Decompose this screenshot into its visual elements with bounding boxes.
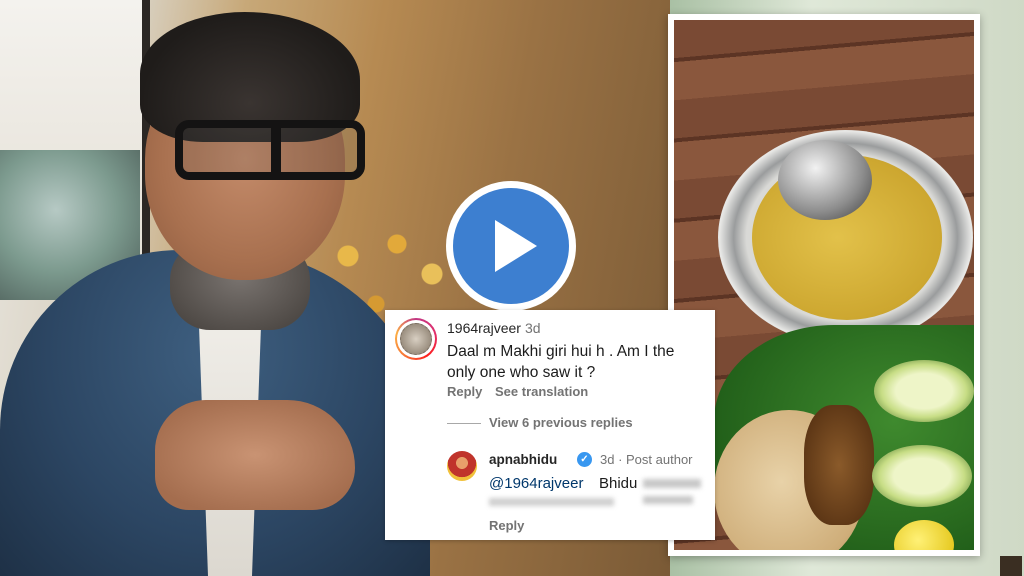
play-button[interactable] [446,181,576,311]
play-icon [495,220,537,272]
reply-time-meta: 3d · Post author [600,452,693,467]
reply-author-avatar[interactable] [447,451,477,481]
blurred-reply-text-line2 [489,496,619,508]
commenter-username[interactable]: 1964rajveer [447,320,521,336]
commenter-avatar[interactable] [395,318,437,360]
see-translation-link[interactable]: See translation [495,384,588,399]
play-button-circle [453,188,569,304]
comment-card: 1964rajveer 3d Daal m Makhi giri hui h .… [385,310,715,540]
comment-text: Daal m Makhi giri hui h . Am I the only … [447,343,675,381]
person-glasses [175,120,365,180]
reply-text: Bhidu [599,475,638,492]
cucumber-slice [872,445,972,507]
food-photo [674,20,974,550]
comment-time: 3d [525,320,541,336]
fried-item [804,405,874,525]
cucumber-slice [874,360,974,422]
avatar-image [400,323,432,355]
avatar-ring-inner [397,320,435,358]
view-previous-replies-link[interactable]: View 6 previous replies [489,415,633,430]
steel-spoon [778,140,872,220]
comment-reply-link[interactable]: Reply [447,384,482,399]
reply-reply-link[interactable]: Reply [489,518,524,533]
reply-mention-link[interactable]: @1964rajveer [489,475,583,492]
reply-username[interactable]: apnabhidu [489,452,557,467]
replies-divider [447,423,481,424]
blurred-reply-text [643,476,703,510]
person-hand [155,400,355,510]
corner-fragment [1000,556,1022,576]
verified-badge-icon: ✓ [577,452,592,467]
